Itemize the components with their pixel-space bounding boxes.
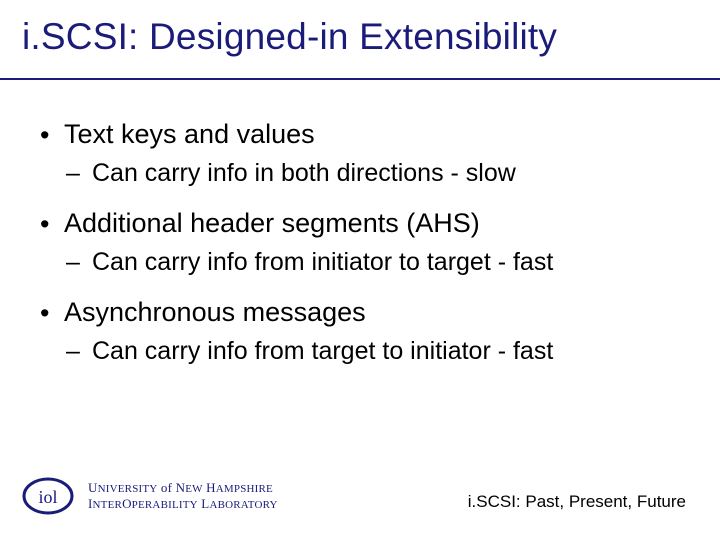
t: NTER — [93, 499, 123, 511]
dash-icon: – — [66, 158, 80, 189]
bullet-1-text: Text keys and values — [64, 119, 315, 149]
bullet-2: • Additional header segments (AHS) — [40, 207, 680, 241]
disc-icon: • — [40, 297, 49, 331]
t: N — [176, 480, 186, 495]
iol-logo-text: iol — [38, 487, 57, 507]
content-area: • Text keys and values – Can carry info … — [40, 118, 680, 385]
bullet-2-sub-1: – Can carry info from initiator to targe… — [66, 247, 680, 278]
bullet-3-sub-1-text: Can carry info from target to initiator … — [92, 337, 553, 365]
disc-icon: • — [40, 208, 49, 242]
t: of — [157, 480, 175, 495]
t: EW — [185, 483, 203, 495]
iol-logo-icon: iol — [22, 476, 74, 516]
footer-left: iol UNIVERSITY of NEW HAMPSHIRE INTEROPE… — [22, 476, 278, 516]
slide-title: i.SCSI: Designed-in Extensibility — [22, 16, 698, 58]
slide: i.SCSI: Designed-in Extensibility • Text… — [0, 0, 720, 540]
t: U — [88, 480, 98, 495]
bullet-3: • Asynchronous messages — [40, 296, 680, 330]
t: H — [206, 480, 216, 495]
org-line-1: UNIVERSITY of NEW HAMPSHIRE — [88, 480, 278, 496]
footer: iol UNIVERSITY of NEW HAMPSHIRE INTEROPE… — [0, 460, 720, 520]
bullet-1: • Text keys and values — [40, 118, 680, 152]
org-text: UNIVERSITY of NEW HAMPSHIRE INTEROPERABI… — [88, 480, 278, 512]
footer-right-text: i.SCSI: Past, Present, Future — [468, 492, 686, 512]
dash-icon: – — [66, 336, 80, 367]
bullet-1-sub-1-text: Can carry info in both directions - slow — [92, 159, 516, 187]
bullet-2-sub-1-text: Can carry info from initiator to target … — [92, 248, 553, 276]
t: ABORATORY — [209, 499, 277, 511]
t: NIVERSITY — [98, 483, 158, 495]
org-line-2: INTEROPERABILITY LABORATORY — [88, 496, 278, 512]
t: O — [122, 496, 132, 511]
disc-icon: • — [40, 119, 49, 153]
title-divider — [0, 78, 720, 80]
t: AMPSHIRE — [216, 483, 273, 495]
bullet-2-text: Additional header segments (AHS) — [64, 208, 480, 238]
bullet-3-text: Asynchronous messages — [64, 297, 366, 327]
bullet-3-sub-1: – Can carry info from target to initiato… — [66, 336, 680, 367]
t: PERABILITY — [132, 499, 198, 511]
dash-icon: – — [66, 247, 80, 278]
bullet-1-sub-1: – Can carry info in both directions - sl… — [66, 158, 680, 189]
